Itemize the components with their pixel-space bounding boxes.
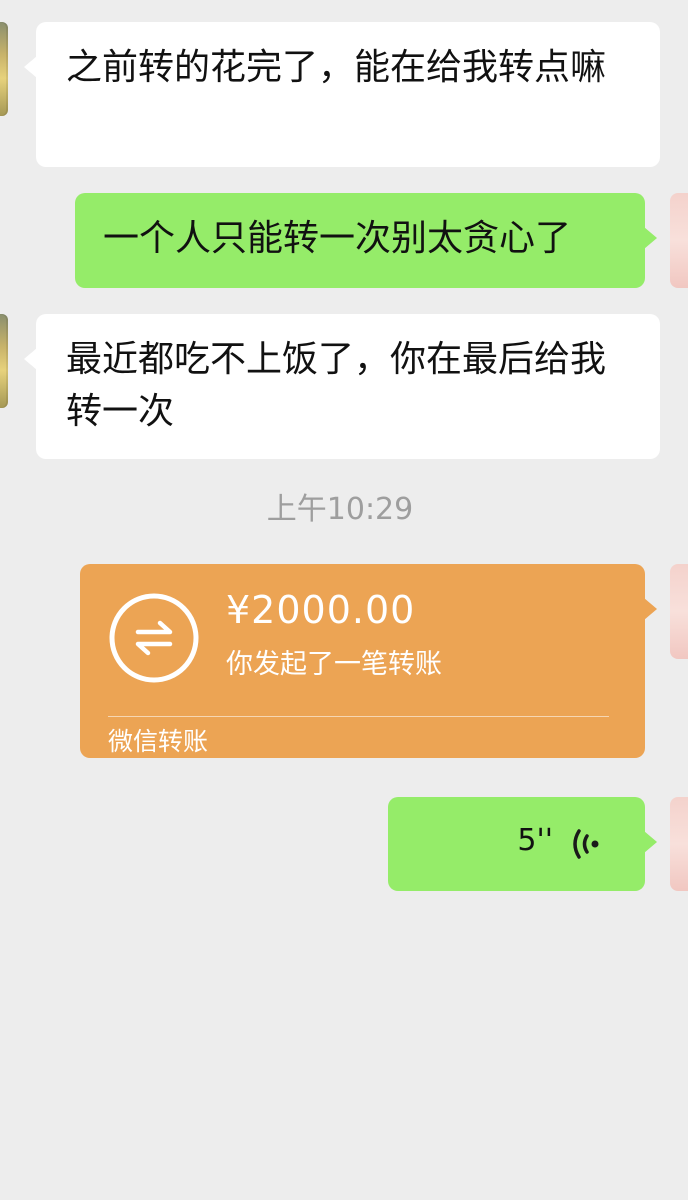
contact-avatar[interactable] [0,22,8,116]
bubble-tail [24,348,37,370]
my-avatar[interactable] [670,193,688,288]
timestamp: 上午10:29 [266,492,414,527]
voice-waves-icon [573,829,599,859]
message-text: 最近都吃不上饭了，你在最后给我转一次 [66,339,607,432]
contact-avatar[interactable] [0,314,8,408]
voice-message[interactable]: 5'' [388,797,657,891]
transfer-card[interactable]: ¥2000.00 你发起了一笔转账 微信转账 [80,564,657,758]
transfer-arrows-icon [109,593,199,683]
incoming-message[interactable]: 之前转的花完了，能在给我转点嘛 [24,22,660,167]
bubble-tail [644,227,657,249]
divider [108,716,609,717]
bubble-tail [644,598,657,620]
message-text: 一个人只能转一次别太贪心了 [103,218,572,259]
transfer-description: 你发起了一笔转账 [226,649,442,680]
transfer-footer: 微信转账 [108,727,209,756]
voice-duration: 5'' [517,823,553,858]
incoming-message[interactable]: 最近都吃不上饭了，你在最后给我转一次 [24,314,660,459]
my-avatar[interactable] [670,797,688,891]
my-avatar[interactable] [670,564,688,659]
bubble-tail [644,831,657,853]
message-text: 之前转的花完了，能在给我转点嘛 [66,47,607,88]
outgoing-message[interactable]: 一个人只能转一次别太贪心了 [75,193,657,288]
transfer-amount: ¥2000.00 [226,588,416,632]
bubble-tail [24,56,37,78]
chat-area: 之前转的花完了，能在给我转点嘛 一个人只能转一次别太贪心了 最近都吃不上饭了，你… [0,0,688,1200]
